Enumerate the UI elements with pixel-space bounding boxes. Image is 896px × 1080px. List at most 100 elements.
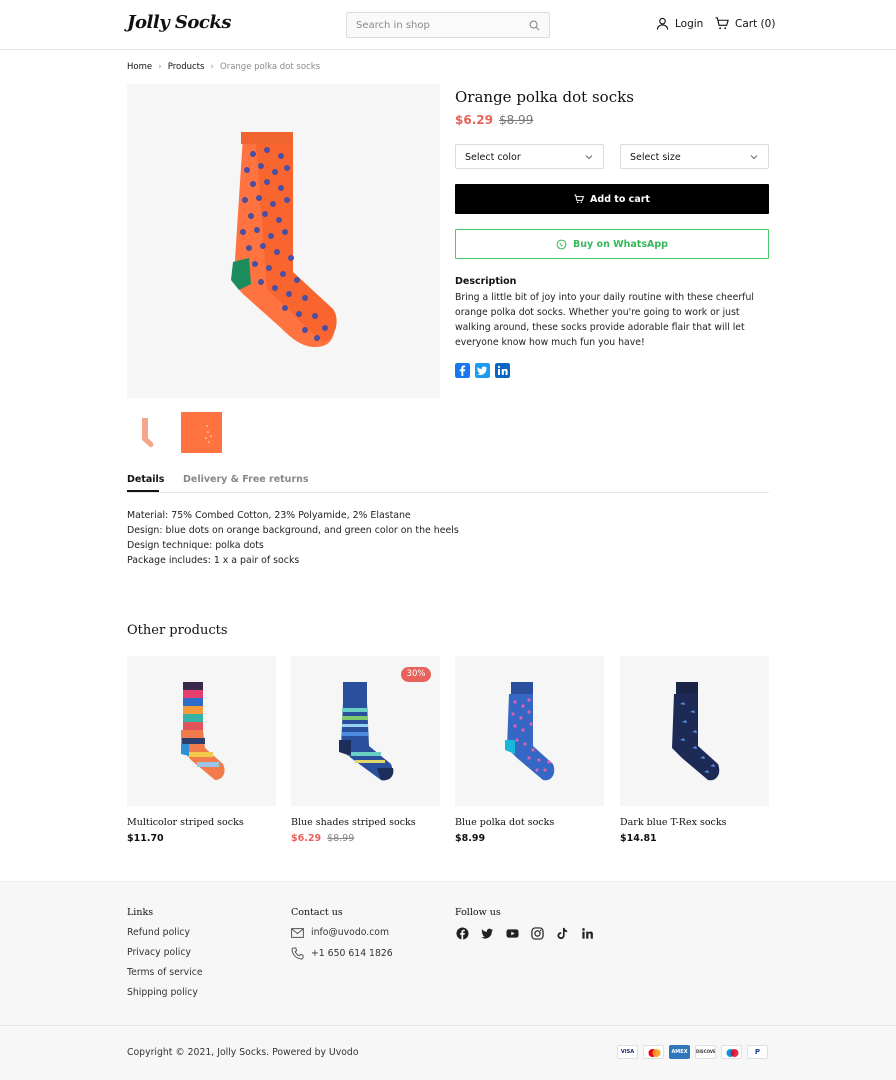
site-header: Jolly Socks Login Cart (0) <box>0 0 896 50</box>
footer-link-refund[interactable]: Refund policy <box>127 927 190 938</box>
size-select[interactable]: Select size <box>620 144 769 169</box>
tab-delivery-returns[interactable]: Delivery & Free returns <box>183 474 309 485</box>
product-card-price: $14.81 <box>620 833 657 844</box>
linkedin-icon[interactable] <box>581 927 594 940</box>
product-title: Orange polka dot socks <box>455 88 634 106</box>
price: $11.70 <box>127 833 164 844</box>
product-card-price: $11.70 <box>127 833 164 844</box>
user-icon <box>656 17 669 30</box>
footer-email[interactable]: info@uvodo.com <box>291 927 389 938</box>
visa-icon: VISA <box>617 1045 638 1059</box>
product-card-name[interactable]: Multicolor striped socks <box>127 817 244 828</box>
search-icon[interactable] <box>529 20 540 31</box>
login-link[interactable]: Login <box>656 17 703 30</box>
detail-line: Design technique: polka dots <box>127 540 264 551</box>
search-input[interactable] <box>347 13 517 38</box>
mastercard-icon <box>643 1045 664 1059</box>
detail-line: Design: blue dots on orange background, … <box>127 525 459 536</box>
cart-link[interactable]: Cart (0) <box>715 17 775 30</box>
instagram-icon[interactable] <box>531 927 544 940</box>
price: $8.99 <box>455 833 486 844</box>
mail-icon <box>291 927 304 938</box>
cart-icon <box>715 17 729 30</box>
search-box[interactable] <box>346 12 550 38</box>
detail-line: Material: 75% Combed Cotton, 23% Polyami… <box>127 510 411 521</box>
add-to-cart-label: Add to cart <box>590 193 650 205</box>
chevron-right-icon: › <box>158 62 162 72</box>
chevron-down-icon <box>585 155 593 160</box>
footer-contact-title: Contact us <box>291 907 343 918</box>
detail-line: Package includes: 1 x a pair of socks <box>127 555 300 566</box>
whatsapp-icon <box>556 239 567 249</box>
orange-package-thumbnail <box>205 425 212 443</box>
paypal-icon: P <box>747 1045 768 1059</box>
description-text: Bring a little bit of joy into your dail… <box>455 292 754 348</box>
product-main-image[interactable] <box>127 84 440 398</box>
product-card-name[interactable]: Blue shades striped socks <box>291 817 416 828</box>
email-text: info@uvodo.com <box>311 927 390 938</box>
active-tab-indicator <box>127 490 159 492</box>
sale-price: $6.29 <box>291 833 322 844</box>
twitter-icon[interactable] <box>475 363 490 378</box>
description-title: Description <box>455 276 517 287</box>
product-card-price: $8.99 <box>455 833 485 844</box>
orange-polka-sock-image <box>231 132 337 348</box>
color-select-label: Select color <box>465 152 521 163</box>
size-select-label: Select size <box>630 152 681 163</box>
product-card-name[interactable]: Dark blue T-Rex socks <box>620 817 727 828</box>
discount-badge: 30% <box>401 667 431 682</box>
product-card-image[interactable] <box>127 656 276 806</box>
old-price: $8.99 <box>327 833 355 844</box>
chevron-down-icon <box>750 155 758 160</box>
footer-link-terms[interactable]: Terms of service <box>127 967 203 978</box>
footer-follow-title: Follow us <box>455 907 501 918</box>
cart-icon <box>574 194 585 204</box>
current-price: $6.29 <box>455 113 493 127</box>
product-thumbnail-1[interactable] <box>127 412 168 453</box>
breadcrumb-current: Orange polka dot socks <box>220 62 321 72</box>
product-thumbnail-2[interactable] <box>181 412 222 453</box>
tab-details[interactable]: Details <box>127 474 164 485</box>
product-card-price: $6.29 $8.99 <box>291 833 354 844</box>
twitter-icon[interactable] <box>481 927 494 940</box>
copyright-text: Copyright © 2021, Jolly Socks. Powered b… <box>127 1047 359 1058</box>
footer-phone[interactable]: +1 650 614 1826 <box>291 947 393 960</box>
phone-text: +1 650 614 1826 <box>311 948 393 959</box>
other-products-title: Other products <box>127 623 228 638</box>
footer-link-shipping[interactable]: Shipping policy <box>127 987 198 998</box>
breadcrumb-home[interactable]: Home <box>127 62 152 72</box>
buy-on-whatsapp-button[interactable]: Buy on WhatsApp <box>455 229 769 259</box>
logo[interactable]: Jolly Socks <box>127 12 232 33</box>
price: $14.81 <box>620 833 657 844</box>
tabs-divider <box>127 492 769 493</box>
add-to-cart-button[interactable]: Add to cart <box>455 184 769 214</box>
dark-blue-trex-sock-image <box>672 682 720 781</box>
multicolor-striped-sock-image <box>181 682 225 780</box>
facebook-icon[interactable] <box>455 363 470 378</box>
discover-icon: DISCOVER <box>695 1045 716 1059</box>
phone-icon <box>291 947 304 960</box>
color-select[interactable]: Select color <box>455 144 604 169</box>
product-card-image[interactable] <box>620 656 769 806</box>
blue-polka-sock-image <box>505 682 555 781</box>
facebook-icon[interactable] <box>456 927 469 940</box>
product-price: $6.29 $8.99 <box>455 113 533 127</box>
youtube-icon[interactable] <box>506 927 519 940</box>
product-card-image[interactable] <box>455 656 604 806</box>
product-card-name[interactable]: Blue polka dot socks <box>455 817 554 828</box>
footer-link-privacy[interactable]: Privacy policy <box>127 947 191 958</box>
login-label: Login <box>675 17 704 30</box>
tiktok-icon[interactable] <box>556 927 569 940</box>
chevron-right-icon: › <box>210 62 215 72</box>
linkedin-icon[interactable] <box>495 363 510 378</box>
old-price: $8.99 <box>498 113 534 127</box>
details-content: Material: 75% Combed Cotton, 23% Polyami… <box>127 508 459 568</box>
cart-label: Cart (0) <box>735 17 776 30</box>
footer-links-title: Links <box>127 907 154 918</box>
maestro-icon <box>721 1045 742 1059</box>
breadcrumb-products[interactable]: Products <box>168 62 205 72</box>
pink-sock-thumbnail <box>142 418 154 448</box>
breadcrumb: Home › Products › Orange polka dot socks <box>127 62 320 72</box>
amex-icon: AMEX <box>669 1045 690 1059</box>
footer-divider <box>0 1025 896 1026</box>
